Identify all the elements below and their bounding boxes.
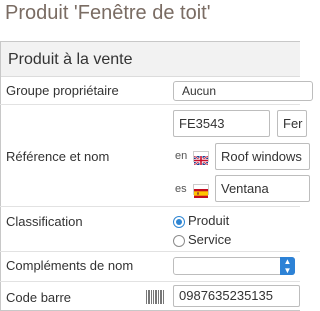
- reference-name-label: Référence et nom: [6, 149, 110, 164]
- radio-service-label[interactable]: Service: [188, 232, 231, 247]
- lang-code-es: es: [175, 183, 187, 195]
- owner-group-select[interactable]: Aucun: [173, 81, 313, 101]
- name-complements-label: Compléments de nom: [6, 258, 134, 273]
- row-divider: [0, 104, 300, 105]
- classification-label: Classification: [6, 214, 83, 229]
- name-input-en[interactable]: Roof windows: [215, 143, 310, 170]
- lang-code-en: en: [175, 150, 188, 162]
- uk-flag-icon: [193, 151, 209, 166]
- name-complements-select[interactable]: [173, 257, 295, 275]
- row-divider: [0, 251, 300, 252]
- row-divider: [0, 281, 300, 282]
- reference-input[interactable]: FE3543: [173, 110, 270, 137]
- barcode-icon: [146, 290, 166, 304]
- spain-flag-icon: [193, 184, 209, 198]
- barcode-label: Code barre: [6, 290, 72, 305]
- name-input-es[interactable]: Ventana: [215, 175, 310, 202]
- reference-secondary-input[interactable]: Fer: [277, 110, 307, 137]
- section-header: Produit à la vente: [1, 42, 300, 77]
- row-divider: [0, 206, 300, 207]
- page-title: Produit 'Fenêtre de toit': [5, 2, 211, 24]
- radio-service[interactable]: [173, 235, 185, 247]
- owner-group-label: Groupe propriétaire: [6, 83, 119, 98]
- barcode-input[interactable]: 0987635235135: [173, 285, 300, 307]
- radio-produit-label[interactable]: Produit: [188, 213, 229, 228]
- radio-produit[interactable]: [173, 216, 185, 228]
- chevron-updown-icon[interactable]: ▲ ▼: [280, 257, 295, 275]
